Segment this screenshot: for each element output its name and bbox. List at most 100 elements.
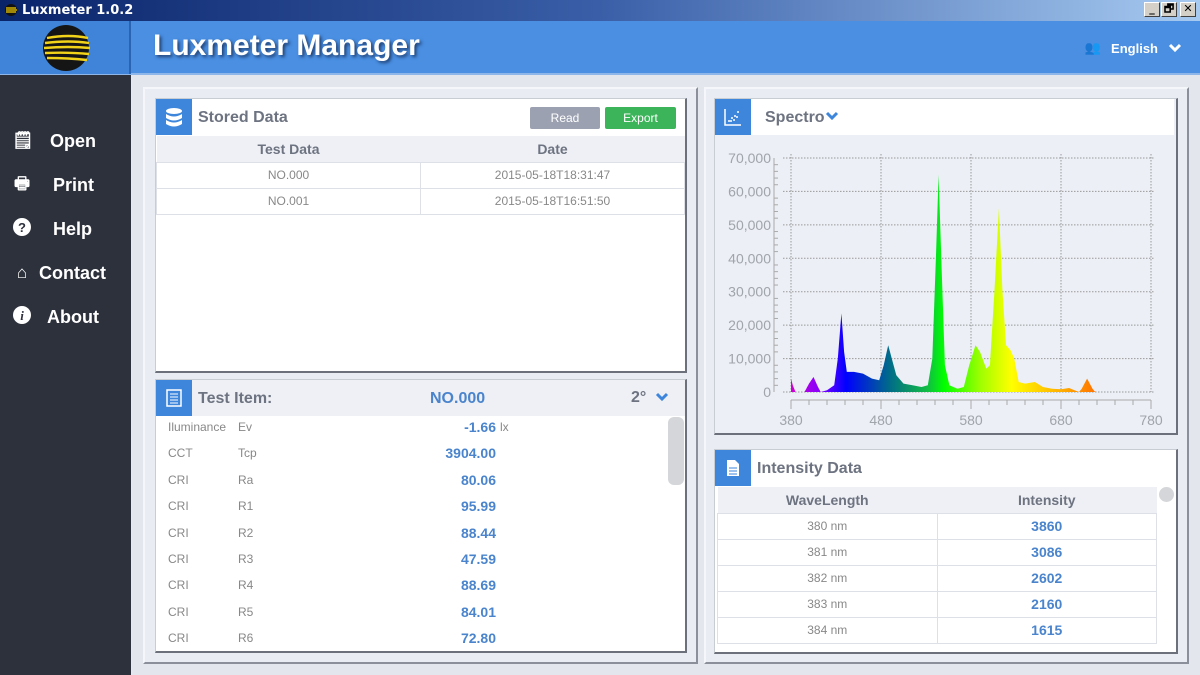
table-row[interactable]: NO.000 2015-05-18T18:31:47: [156, 161, 685, 189]
item-symbol: Tcp: [238, 446, 257, 461]
table-row[interactable]: 382 nm 2602: [717, 564, 1157, 592]
item-category: CRI: [168, 604, 189, 619]
item-symbol: R2: [238, 525, 254, 540]
test-item-panel: Test Item: NO.000 2° Iluminance Ev -1.66…: [155, 379, 687, 653]
column-header-intensity[interactable]: Intensity: [937, 487, 1157, 513]
printer-icon: 🖶: [13, 173, 31, 193]
spectro-panel: Spectro 0 10,000 20,000 30,000 40,000 50,000 6…: [714, 98, 1178, 435]
y-tick-label: 50,000: [728, 217, 771, 233]
stored-data-title: Stored Data: [198, 109, 288, 126]
item-symbol: R5: [238, 604, 254, 619]
column-header-wavelength[interactable]: WaveLength: [717, 487, 937, 513]
spectro-title[interactable]: Spectro: [765, 109, 825, 127]
list-item: CRI R3 47.59: [168, 551, 508, 578]
item-symbol: Ev: [238, 420, 253, 434]
intensity-panel: Intensity Data WaveLength Intensity 380 n…: [714, 449, 1178, 654]
item-category: CRI: [168, 499, 189, 514]
list-item: Iluminance Ev -1.66 lx: [168, 419, 509, 446]
x-tick-label: 780: [1139, 412, 1163, 428]
item-symbol: R3: [238, 552, 254, 566]
sidebar-item-about[interactable]: i About: [0, 302, 131, 332]
logo-icon: [43, 25, 91, 71]
window-title: Luxmeter 1.0.2: [22, 3, 134, 18]
item-value: 88.44: [460, 524, 496, 541]
scrollbar-thumb[interactable]: [668, 417, 684, 485]
x-tick-label: 680: [1049, 412, 1073, 428]
list-item: CCT Tcp 3904.00: [168, 445, 508, 472]
chevron-down-icon[interactable]: [825, 111, 839, 121]
item-value: 3904.00: [445, 445, 496, 462]
item-category: CRI: [168, 578, 189, 593]
column-header-date[interactable]: Date: [420, 136, 685, 162]
list-item: CRI R1 95.99: [168, 498, 508, 525]
table-row[interactable]: 384 nm 1615: [717, 616, 1157, 644]
item-symbol: R4: [238, 578, 254, 593]
document-icon: 🗒: [12, 131, 34, 150]
table-row[interactable]: 380 nm 3860: [717, 512, 1157, 540]
app-header: Luxmeter Manager 👥 English: [0, 21, 1200, 75]
restore-button[interactable]: 🗗: [1161, 2, 1177, 17]
list-item: CRI R4 88.69: [168, 577, 508, 604]
y-tick-label: 20,000: [728, 317, 771, 333]
item-unit: lx: [500, 420, 509, 434]
language-selector[interactable]: 👥 English: [1085, 40, 1182, 56]
table-row[interactable]: 381 nm 3086: [717, 538, 1157, 566]
minimize-button[interactable]: _: [1144, 2, 1160, 17]
scatter-chart-icon: [715, 99, 751, 135]
sidebar-item-print[interactable]: 🖶 Print: [0, 170, 131, 200]
home-icon: ⌂: [16, 263, 28, 282]
table-row[interactable]: NO.001 2015-05-18T16:51:50: [156, 187, 685, 215]
app-title: Luxmeter Manager: [153, 29, 420, 62]
y-tick-label: 70,000: [728, 150, 771, 166]
item-value: 88.69: [460, 577, 496, 594]
app-icon: [5, 4, 17, 16]
item-symbol: R1: [238, 499, 254, 514]
chevron-down-icon[interactable]: [655, 392, 669, 402]
intensity-title: Intensity Data: [757, 460, 862, 477]
x-tick-label: 380: [779, 412, 803, 428]
observer-angle[interactable]: 2°: [631, 389, 646, 407]
item-symbol: R6: [238, 631, 254, 646]
info-icon: i: [12, 305, 32, 329]
test-item-id: NO.000: [430, 390, 486, 407]
x-tick-label: 580: [959, 412, 983, 428]
x-tick-label: 480: [869, 412, 893, 428]
users-icon: 👥: [1084, 40, 1102, 55]
item-value: 47.59: [460, 551, 496, 567]
database-icon: [156, 99, 192, 135]
svg-text:?: ?: [18, 220, 26, 235]
y-tick-label: 30,000: [728, 284, 771, 300]
item-value: 84.01: [460, 603, 496, 620]
svg-text:i: i: [20, 308, 24, 323]
item-value: 72.80: [460, 630, 496, 647]
spectrum-chart: 0 10,000 20,000 30,000 40,000 50,000 60,000 70,…: [728, 150, 1163, 428]
item-category: CCT: [168, 446, 193, 461]
question-icon: ?: [12, 217, 32, 241]
sidebar-item-open[interactable]: 🗒 Open: [0, 126, 131, 156]
item-category: CRI: [168, 525, 189, 540]
list-icon: [156, 380, 192, 416]
read-button[interactable]: Read: [530, 107, 600, 129]
scrollbar-thumb[interactable]: [1159, 487, 1174, 502]
language-label: English: [1111, 40, 1158, 56]
item-category: CRI: [168, 631, 189, 646]
sidebar-item-help[interactable]: ? Help: [0, 214, 131, 244]
item-value: 95.99: [460, 498, 496, 515]
stored-data-table: Test Data Date NO.000 2015-05-18T18:31:47 …: [156, 136, 685, 215]
close-button[interactable]: ✕: [1180, 2, 1196, 17]
list-item: CRI R6 72.80: [168, 630, 508, 657]
export-button[interactable]: Export: [605, 107, 676, 129]
list-item: CRI Ra 80.06: [168, 472, 508, 499]
test-item-title: Test Item:: [198, 390, 273, 407]
sidebar: 🗒 Open 🖶 Print ? Help ⌂ Contact i About: [0, 75, 131, 675]
window-titlebar: Luxmeter 1.0.2 _ 🗗 ✕: [0, 0, 1200, 21]
intensity-table: WaveLength Intensity 380 nm 3860 381 nm 3086…: [717, 487, 1157, 644]
file-icon: [715, 450, 751, 486]
table-row[interactable]: 383 nm 2160: [717, 590, 1157, 618]
y-tick-label: 10,000: [728, 351, 771, 367]
logo: [0, 21, 131, 74]
item-category: CRI: [168, 472, 189, 487]
stored-data-panel: Stored Data Read Export Test Data Date NO…: [155, 98, 687, 373]
sidebar-item-contact[interactable]: ⌂ Contact: [0, 258, 131, 288]
column-header-test-data[interactable]: Test Data: [156, 136, 421, 162]
